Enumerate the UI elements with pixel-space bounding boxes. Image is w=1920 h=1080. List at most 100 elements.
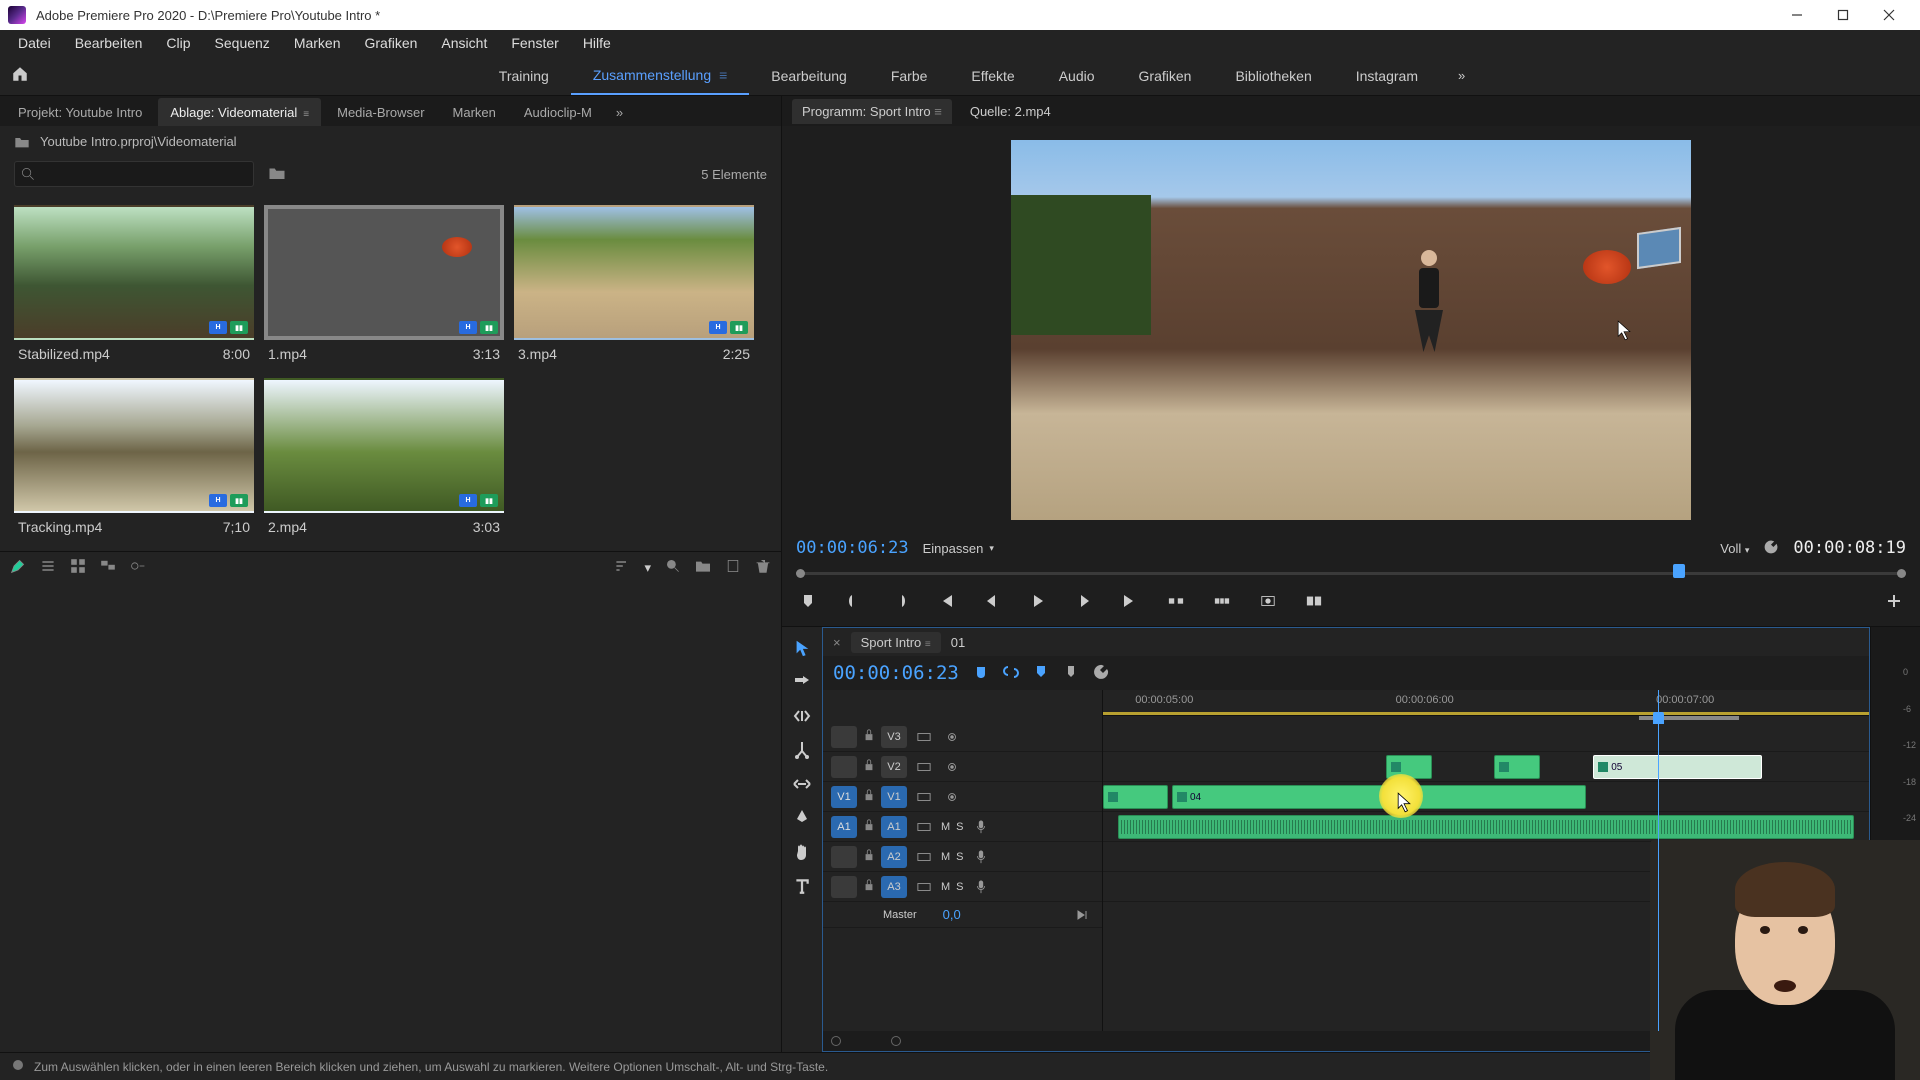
linked-selection-icon[interactable] <box>1003 664 1019 683</box>
mark-in-button[interactable] <box>842 590 866 612</box>
play-button[interactable] <box>1026 590 1050 612</box>
track-master[interactable]: Master 0,0 <box>823 902 1102 928</box>
workspace-audio[interactable]: Audio <box>1037 58 1117 94</box>
clip-v1-a[interactable] <box>1103 785 1168 809</box>
menu-bearbeiten[interactable]: Bearbeiten <box>63 31 155 55</box>
type-tool[interactable] <box>791 875 813 897</box>
tab-audioclip[interactable]: Audioclip-M <box>512 98 604 126</box>
workspace-instagram[interactable]: Instagram <box>1334 58 1440 94</box>
clip-v1-b[interactable]: 04 <box>1172 785 1586 809</box>
tab-marken[interactable]: Marken <box>441 98 508 126</box>
go-to-in-button[interactable] <box>934 590 958 612</box>
maximize-button[interactable] <box>1820 0 1866 30</box>
menu-fenster[interactable]: Fenster <box>499 31 570 55</box>
new-item-button[interactable] <box>725 558 741 577</box>
track-select-tool[interactable] <box>791 671 813 693</box>
ripple-edit-tool[interactable] <box>791 705 813 727</box>
find-icon[interactable] <box>665 558 681 577</box>
sequence-tab-2[interactable]: 01 <box>951 635 965 650</box>
track-v3[interactable]: V3 <box>823 722 1102 752</box>
menu-sequenz[interactable]: Sequenz <box>203 31 282 55</box>
program-scrubber[interactable] <box>796 564 1906 582</box>
snap-icon[interactable] <box>973 664 989 683</box>
program-monitor[interactable] <box>1011 140 1691 520</box>
menu-grafiken[interactable]: Grafiken <box>353 31 430 55</box>
timeline-settings-icon[interactable] <box>1093 664 1109 683</box>
export-frame-button[interactable] <box>1256 590 1280 612</box>
workspace-bearbeitung[interactable]: Bearbeitung <box>749 58 869 94</box>
clip-a1[interactable] <box>1118 815 1853 839</box>
hand-tool[interactable] <box>791 841 813 863</box>
workspace-training[interactable]: Training <box>477 58 571 94</box>
menu-datei[interactable]: Datei <box>6 31 63 55</box>
go-to-end-icon[interactable] <box>1072 905 1094 925</box>
menu-hilfe[interactable]: Hilfe <box>571 31 623 55</box>
extract-button[interactable] <box>1210 590 1234 612</box>
delete-button[interactable] <box>755 558 771 577</box>
step-forward-button[interactable] <box>1072 590 1096 612</box>
step-back-button[interactable] <box>980 590 1004 612</box>
slip-tool[interactable] <box>791 773 813 795</box>
new-bin-button[interactable] <box>695 558 711 577</box>
clip-stabilized[interactable]: H▮▮ Stabilized.mp48:00 <box>14 205 254 368</box>
clip-1mp4[interactable]: H▮▮ 1.mp43:13 <box>264 205 504 368</box>
lift-button[interactable] <box>1164 590 1188 612</box>
clip-v2-a[interactable] <box>1386 755 1432 779</box>
clip-3mp4[interactable]: H▮▮ 3.mp42:25 <box>514 205 754 368</box>
time-ruler[interactable]: 00:00:05:00 00:00:06:00 00:00:07:00 <box>1103 690 1869 716</box>
home-button[interactable] <box>0 65 40 86</box>
timeline-timecode[interactable]: 00:00:06:23 <box>833 662 959 684</box>
tab-quelle[interactable]: Quelle: 2.mp4 <box>960 99 1061 124</box>
tab-ablage[interactable]: Ablage: Videomaterial≡ <box>158 98 321 126</box>
track-a1[interactable]: A1 A1 M S <box>823 812 1102 842</box>
workspace-overflow[interactable]: » <box>1440 58 1483 93</box>
workspace-bibliotheken[interactable]: Bibliotheken <box>1213 58 1333 94</box>
menu-ansicht[interactable]: Ansicht <box>429 31 499 55</box>
zoom-slider[interactable] <box>130 558 146 577</box>
fit-dropdown[interactable]: Einpassen▾ <box>923 541 994 556</box>
pen-tool[interactable] <box>791 807 813 829</box>
selection-tool[interactable] <box>791 637 813 659</box>
add-marker-icon[interactable] <box>1033 664 1049 683</box>
new-bin-icon[interactable] <box>268 165 286 184</box>
menu-clip[interactable]: Clip <box>154 31 202 55</box>
tab-projekt[interactable]: Projekt: Youtube Intro <box>6 98 154 126</box>
track-v1[interactable]: V1 V1 <box>823 782 1102 812</box>
track-a2[interactable]: A2 M S <box>823 842 1102 872</box>
freeform-icon[interactable] <box>10 558 26 577</box>
icon-view-icon[interactable] <box>70 558 86 577</box>
clip-v2-b[interactable] <box>1494 755 1540 779</box>
menu-marken[interactable]: Marken <box>282 31 353 55</box>
tab-overflow[interactable]: » <box>608 98 631 126</box>
sort-icon[interactable] <box>614 558 630 577</box>
workspace-zusammenstellung[interactable]: Zusammenstellung≡ <box>571 57 749 95</box>
razor-tool[interactable] <box>791 739 813 761</box>
settings-icon[interactable] <box>1763 539 1779 558</box>
track-v2[interactable]: V2 <box>823 752 1102 782</box>
workspace-farbe[interactable]: Farbe <box>869 58 950 94</box>
tab-programm[interactable]: Programm: Sport Intro ≡ <box>792 99 952 124</box>
tab-media-browser[interactable]: Media-Browser <box>325 98 436 126</box>
close-sequence-icon[interactable]: × <box>833 635 841 650</box>
track-a3[interactable]: A3 M S <box>823 872 1102 902</box>
comparison-view-button[interactable] <box>1302 590 1326 612</box>
resolution-dropdown[interactable]: Voll ▾ <box>1720 541 1749 556</box>
minimize-button[interactable] <box>1774 0 1820 30</box>
mic-icon[interactable] <box>970 817 992 837</box>
mark-out-button[interactable] <box>888 590 912 612</box>
workspace-effekte[interactable]: Effekte <box>949 58 1036 94</box>
freeform-view-icon[interactable] <box>100 558 116 577</box>
list-view-icon[interactable] <box>40 558 56 577</box>
search-input[interactable] <box>14 161 254 187</box>
add-marker-button[interactable] <box>796 590 820 612</box>
playhead[interactable] <box>1658 690 1659 1031</box>
program-timecode[interactable]: 00:00:06:23 <box>796 538 909 558</box>
sequence-tab[interactable]: Sport Intro ≡ <box>851 632 941 653</box>
clip-2mp4[interactable]: H▮▮ 2.mp43:03 <box>264 378 504 541</box>
auto-sequence-icon[interactable]: ▾ <box>644 560 651 576</box>
button-editor[interactable] <box>1882 590 1906 612</box>
close-button[interactable] <box>1866 0 1912 30</box>
clip-v2-selected[interactable]: 05 <box>1593 755 1762 779</box>
workspace-grafiken[interactable]: Grafiken <box>1117 58 1214 94</box>
timeline-marker-icon[interactable] <box>1063 664 1079 683</box>
